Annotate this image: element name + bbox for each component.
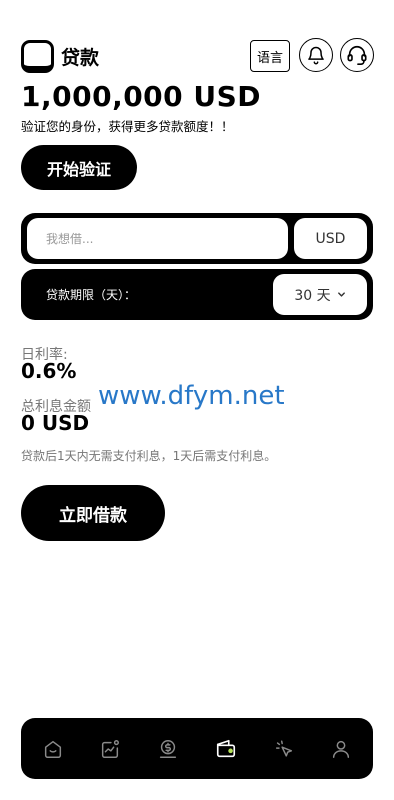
amount-input-row: 我想借... USD bbox=[21, 213, 373, 264]
nav-wallet[interactable] bbox=[214, 737, 238, 761]
bell-icon bbox=[308, 46, 324, 65]
home-icon bbox=[44, 740, 62, 758]
nav-home[interactable] bbox=[41, 737, 65, 761]
interest-note: 贷款后1天内无需支付利息，1天后需支付利息。 bbox=[21, 449, 277, 463]
nav-finance[interactable] bbox=[156, 737, 180, 761]
nav-market[interactable] bbox=[98, 737, 122, 761]
page-title: 贷款 bbox=[61, 47, 100, 69]
notification-button[interactable] bbox=[299, 38, 333, 72]
language-button[interactable]: 语言 bbox=[250, 40, 290, 72]
headset-icon bbox=[347, 45, 367, 65]
nav-profile[interactable] bbox=[329, 737, 353, 761]
header: 贷款 语言 bbox=[21, 38, 374, 74]
loan-amount-input[interactable]: 我想借... bbox=[27, 218, 288, 259]
bottom-nav bbox=[21, 718, 373, 779]
nav-activity[interactable] bbox=[272, 737, 296, 761]
watermark: www.dfym.net bbox=[98, 381, 285, 411]
support-button[interactable] bbox=[340, 38, 374, 72]
user-icon bbox=[332, 740, 350, 758]
cursor-click-icon bbox=[275, 740, 293, 757]
verify-hint-text: 验证您的身份，获得更多贷款额度！！ bbox=[21, 119, 234, 134]
loan-term-label: 贷款期限（天）： bbox=[46, 288, 137, 302]
loan-term-row: 贷款期限（天）： 30 天 bbox=[21, 269, 373, 320]
chart-icon bbox=[101, 740, 119, 758]
max-loan-amount: 1,000,000 USD bbox=[21, 80, 262, 113]
loan-term-select[interactable]: 30 天 bbox=[273, 274, 367, 315]
chevron-down-icon bbox=[337, 292, 345, 297]
app-logo-icon bbox=[21, 40, 54, 73]
currency-label: USD bbox=[294, 218, 367, 259]
start-verification-button[interactable]: 开始验证 bbox=[21, 145, 137, 190]
wallet-icon bbox=[216, 739, 236, 758]
dollar-coin-icon bbox=[159, 740, 177, 758]
loan-term-value: 30 天 bbox=[294, 287, 331, 304]
total-interest-value: 0 USD bbox=[21, 411, 90, 435]
borrow-now-button[interactable]: 立即借款 bbox=[21, 485, 165, 541]
daily-rate-value: 0.6% bbox=[21, 359, 77, 383]
